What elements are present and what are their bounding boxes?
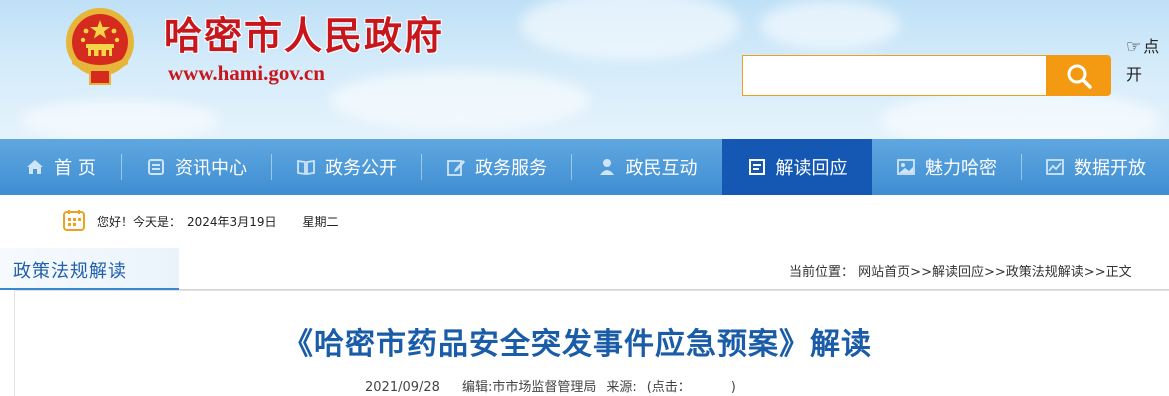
book-icon [296,157,316,177]
nav-label: 政务公开 [325,158,397,179]
search-icon [1067,64,1092,89]
image-icon [896,157,916,177]
nav-label: 解读回应 [775,158,848,179]
section-header: 政策法规解读 当前位置： 网站首页>>解读回应>>政策法规解读>>正文 [0,248,1169,290]
calendar-icon [63,210,85,231]
news-icon [146,157,166,177]
main-nav: 首 页 资讯中心 政务公开 政务服务 政民互动 解读回应 魅力哈密 数据开放 [0,139,1169,195]
header-banner: 哈密市人民政府 www.hami.gov.cn ☞ 点 开 [0,0,1169,140]
hand-pointer-icon: ☞ [1126,37,1142,57]
nav-item-services[interactable]: 政务服务 [422,139,571,195]
current-date: 2024年3月19日 [187,215,277,229]
nav-item-charm-hami[interactable]: 魅力哈密 [872,139,1021,195]
nav-label: 政务服务 [475,158,547,179]
article-title: 《哈密市药品安全突发事件应急预案》解读 [283,327,872,362]
side-link-text-2: 开 [1126,65,1143,84]
article-hits-close: ) [730,380,736,395]
site-url[interactable]: www.hami.gov.cn [168,61,325,86]
article-hits-label: (点击： [646,380,691,395]
side-link[interactable]: ☞ 点 开 [1126,33,1169,89]
breadcrumb-prefix: 当前位置： [789,265,855,280]
article-editor: 编辑:市市场监督管理局 [461,380,597,395]
nav-item-home[interactable]: 首 页 [0,139,121,195]
breadcrumb: 当前位置： 网站首页>>解读回应>>政策法规解读>>正文 [789,261,1132,280]
search-input[interactable] [742,55,1047,96]
breadcrumb-current: 正文 [1105,265,1132,280]
article-meta: 2021/09/28 编辑:市市场监督管理局 来源: (点击：) [365,376,736,395]
article-date: 2021/09/28 [365,380,440,395]
nav-label: 资讯中心 [175,158,247,179]
current-weekday: 星期二 [302,215,339,229]
nav-item-government-affairs[interactable]: 政务公开 [272,139,421,195]
national-emblem-icon[interactable] [62,4,138,88]
side-link-text-1: 点 [1143,37,1160,56]
breadcrumb-separator: >> [910,265,932,280]
greeting-text: 您好！今天是： [97,215,182,229]
cloud-decoration [330,70,590,130]
cloud-decoration [760,0,900,50]
nav-label: 数据开放 [1074,158,1146,179]
breadcrumb-home[interactable]: 网站首页 [858,265,910,280]
nav-label: 首 页 [54,158,96,179]
home-icon [25,157,45,177]
nav-label: 魅力哈密 [925,158,997,179]
nav-item-open-data[interactable]: 数据开放 [1022,139,1169,195]
search-button[interactable] [1046,55,1111,96]
breadcrumb-separator: >> [1083,265,1106,280]
breadcrumb-separator: >> [983,265,1006,280]
date-bar: 您好！今天是： 2024年3月19日 星期二 [0,195,1169,247]
breadcrumb-policy-interpretation[interactable]: 政策法规解读 [1006,265,1084,280]
site-title[interactable]: 哈密市人民政府 [164,5,444,60]
edit-icon [446,157,466,177]
nav-item-interpretation[interactable]: 解读回应 [722,139,872,195]
cloud-decoration [880,90,1160,140]
user-icon [597,157,617,177]
date-text: 您好！今天是： 2024年3月19日 星期二 [97,213,344,230]
chart-icon [1045,157,1065,177]
section-title[interactable]: 政策法规解读 [13,257,127,283]
nav-item-news[interactable]: 资讯中心 [122,139,271,195]
cloud-decoration [20,100,220,140]
nav-label: 政民互动 [625,158,698,179]
breadcrumb-interpretation[interactable]: 解读回应 [932,265,984,280]
nav-item-interaction[interactable]: 政民互动 [572,139,722,195]
article-source: 来源: [606,380,637,395]
cloud-decoration [520,0,740,60]
document-icon [747,157,767,177]
